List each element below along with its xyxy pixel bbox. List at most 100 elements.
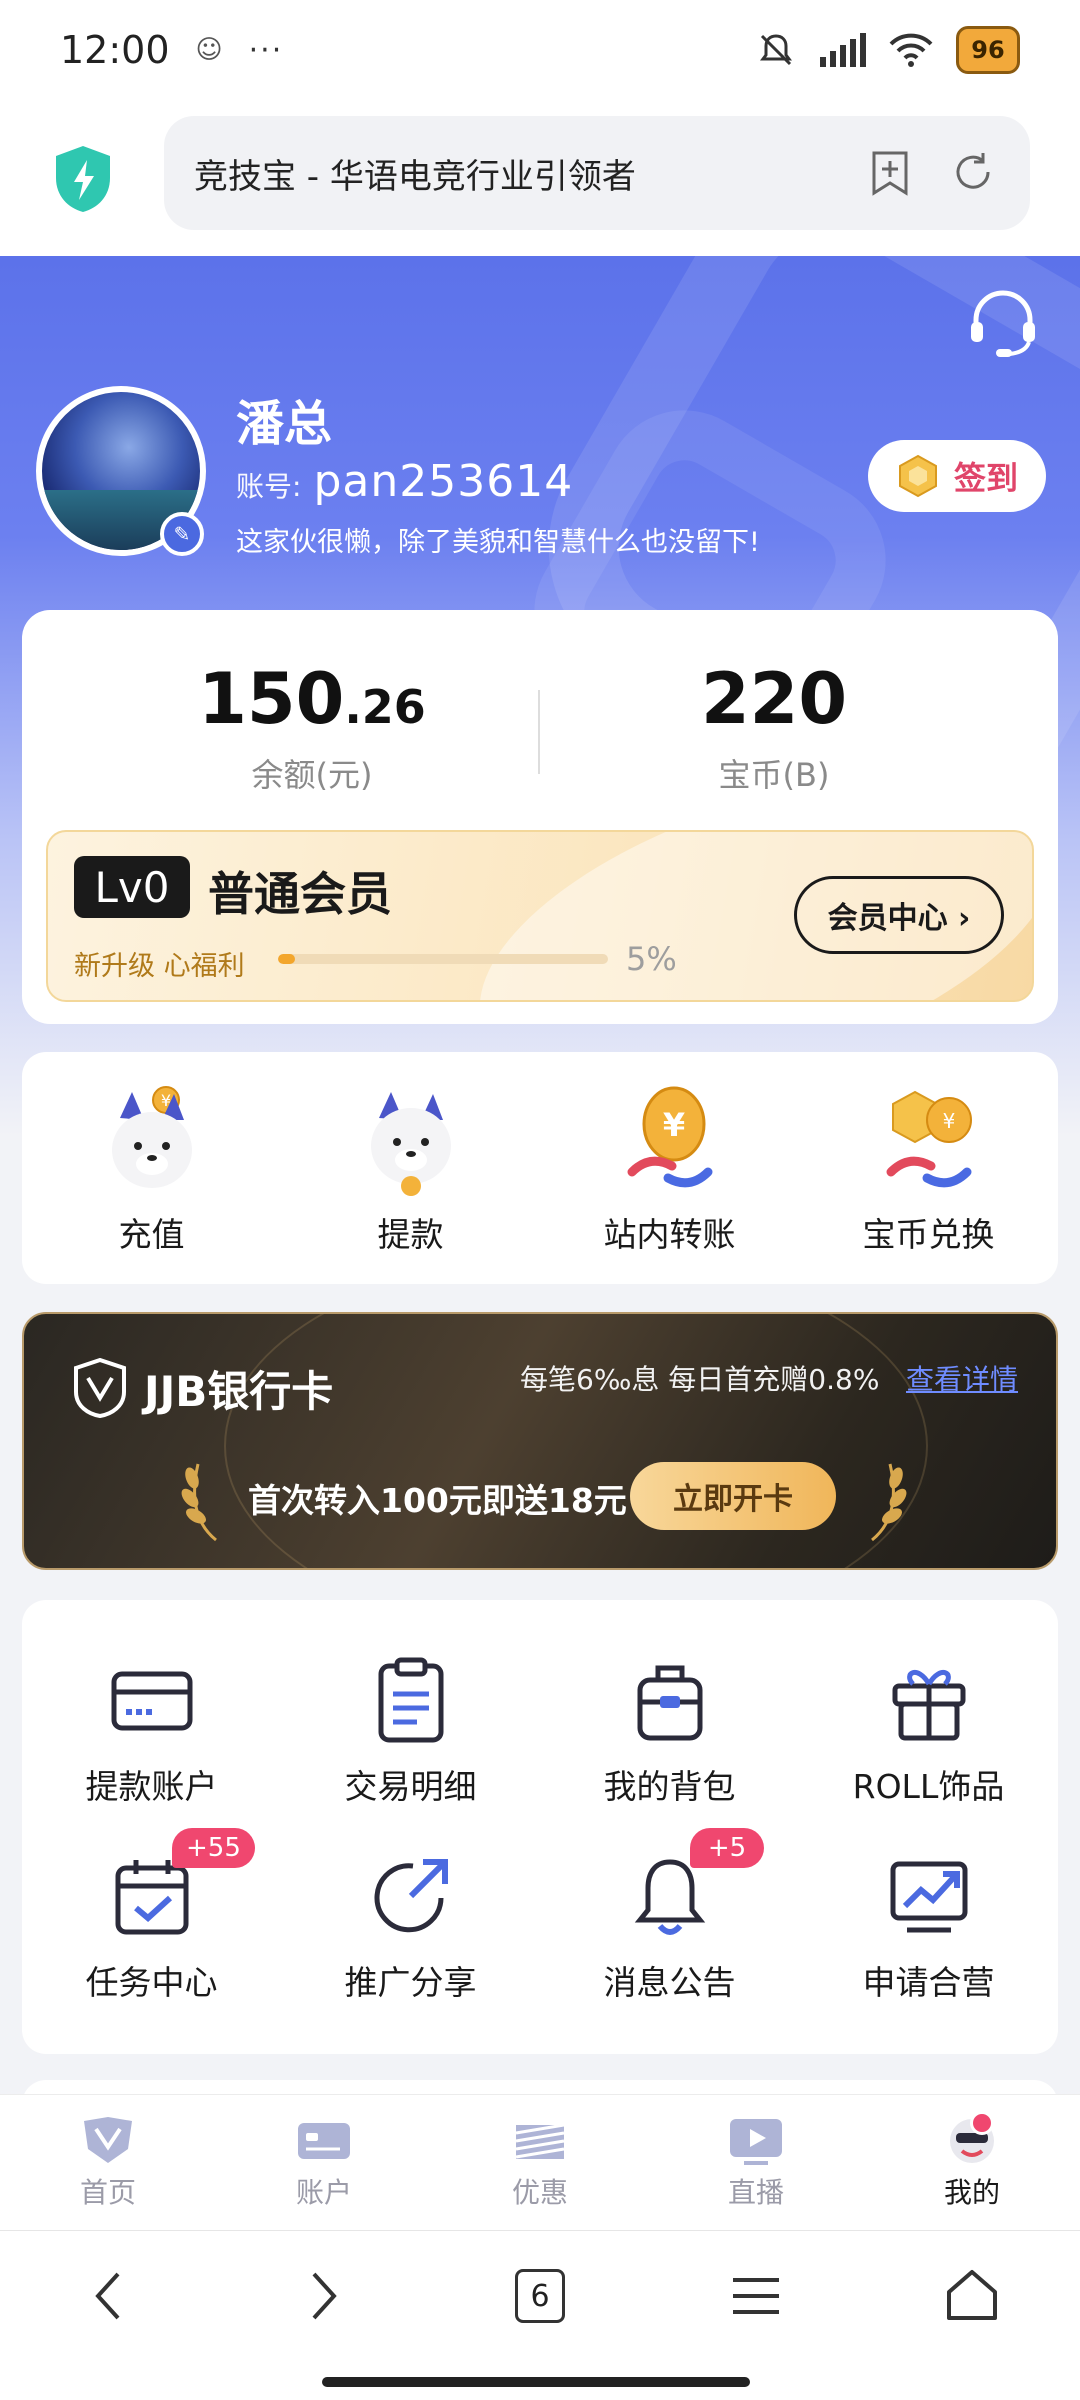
edit-avatar-icon[interactable]: ✎: [160, 512, 204, 556]
open-card-button[interactable]: 立即开卡: [630, 1462, 836, 1530]
yuan-coin-transfer-icon: ¥: [627, 1086, 712, 1188]
services-row: 提款账户 交易明细 我的背包 ROLL饰品: [22, 1654, 1058, 1808]
tab-label: 账户: [295, 2175, 352, 2209]
account-card-icon: [298, 2122, 350, 2159]
add-bookmark-icon[interactable]: [868, 149, 912, 197]
chevron-right-icon: [312, 2272, 337, 2320]
app-notification-icon: ☺: [195, 35, 223, 65]
withdraw-account-button[interactable]: 提款账户: [22, 1654, 281, 1808]
quick-action-label: 站内转账: [603, 1215, 736, 1254]
home-logo-icon: [84, 2116, 132, 2163]
page-title: 竞技宝 - 华语电竞行业引领者: [194, 156, 636, 197]
promote-share-button[interactable]: 推广分享: [281, 1850, 540, 2004]
checkin-label: 签到: [953, 459, 1018, 497]
message-count-badge: +5: [690, 1828, 764, 1868]
membership-progress-text: 5%: [626, 940, 677, 978]
status-icons: 96: [756, 26, 1020, 74]
tabs-button[interactable]: 6: [432, 2269, 648, 2323]
recharge-button[interactable]: ¥ 充值: [22, 1052, 281, 1284]
dog-mascot-coin-icon: ¥: [111, 1086, 192, 1188]
task-count-badge: +55: [172, 1828, 255, 1868]
service-label: 我的背包: [603, 1767, 736, 1806]
account-line: 账号: pan253614: [236, 456, 573, 507]
service-label: 申请合营: [862, 1963, 995, 2002]
refresh-icon[interactable]: [950, 149, 996, 195]
user-name: 潘总: [236, 396, 333, 452]
balance-decimal: .26: [344, 680, 426, 734]
menu-icon: [733, 2278, 779, 2314]
service-label: ROLL饰品: [852, 1767, 1005, 1806]
quick-actions: ¥ 充值 提款 ¥ 站内转账 ¥ 宝币兑换: [22, 1052, 1058, 1284]
customer-service-icon[interactable]: [966, 286, 1040, 360]
url-field[interactable]: 竞技宝 - 华语电竞行业引领者: [164, 116, 1030, 230]
laurel-right-icon: [871, 1463, 907, 1542]
forward-button[interactable]: [216, 2268, 432, 2324]
tab-account[interactable]: 账户: [216, 2095, 432, 2230]
browser-nav-bar: 6: [0, 2230, 1080, 2400]
tab-promotions[interactable]: 优惠: [432, 2095, 648, 2230]
task-center-button[interactable]: +55 任务中心: [22, 1828, 281, 2004]
balance-integer: 150: [198, 658, 345, 740]
balance-block[interactable]: 150.26 余额(元): [112, 658, 512, 796]
service-label: 消息公告: [603, 1963, 736, 2002]
withdraw-button[interactable]: 提款: [281, 1052, 540, 1284]
home-icon: [947, 2270, 997, 2320]
coins-amount: 220: [700, 658, 848, 740]
tab-live[interactable]: 直播: [648, 2095, 864, 2230]
tab-label: 首页: [79, 2175, 136, 2209]
member-center-button[interactable]: 会员中心 ›: [794, 876, 1004, 954]
app-tab-bar: 首页 账户 优惠 直播 我的: [0, 2094, 1080, 2230]
divider: [538, 690, 540, 774]
security-shield-icon[interactable]: [52, 144, 114, 214]
membership-subtitle: 新升级 心福利: [74, 951, 245, 982]
status-bar: 12:00 ☺ ··· 96: [0, 0, 1080, 100]
trend-chart-icon: [890, 1861, 967, 1933]
gift-icon: [892, 1670, 965, 1741]
bank-card-promo: 每笔6‰息 每日首充赠0.8%: [520, 1363, 880, 1396]
services-row: +55 任务中心 推广分享 +5 消息公告 申请合营: [22, 1828, 1058, 2004]
svg-text:¥: ¥: [942, 1109, 955, 1133]
signal-icon: [820, 33, 866, 67]
jjb-logo-icon: [74, 1358, 126, 1418]
bank-card-offer: 首次转入100元即送18元: [248, 1481, 627, 1520]
tab-label: 直播: [727, 2175, 784, 2209]
membership-progress-fill: [278, 954, 295, 964]
balance-amount: 150.26: [112, 658, 512, 740]
coins-block[interactable]: 220 宝币(B): [574, 658, 974, 796]
coin-exchange-icon: ¥: [886, 1090, 972, 1188]
card-icon: [111, 1671, 192, 1731]
coins-label: 宝币(B): [718, 756, 830, 794]
bank-card-banner[interactable]: JJB银行卡 每笔6‰息 每日首充赠0.8% 查看详情 首次转入100元即送18…: [22, 1312, 1058, 1570]
checkin-button[interactable]: 签到: [868, 440, 1046, 512]
service-label: 提款账户: [85, 1767, 218, 1806]
announcements-button[interactable]: +5 消息公告: [540, 1828, 799, 2004]
my-backpack-button[interactable]: 我的背包: [540, 1654, 799, 1808]
browser-address-bar: 竞技宝 - 华语电竞行业引领者: [0, 100, 1080, 256]
tab-count: 6: [515, 2269, 565, 2323]
wifi-icon: [889, 33, 933, 67]
account-id: pan253614: [313, 456, 574, 507]
apply-partnership-button[interactable]: 申请合营: [799, 1850, 1058, 2004]
svg-text:¥: ¥: [662, 1106, 684, 1144]
tab-mine[interactable]: 我的: [864, 2095, 1080, 2230]
transfer-button[interactable]: ¥ 站内转账: [540, 1052, 799, 1284]
service-label: 推广分享: [344, 1963, 477, 2002]
notification-dot: [970, 2111, 994, 2135]
transaction-details-button[interactable]: 交易明细: [281, 1654, 540, 1808]
coin-exchange-button[interactable]: ¥ 宝币兑换: [799, 1052, 1058, 1284]
dog-mascot-icon: [370, 1092, 451, 1196]
tab-home[interactable]: 首页: [0, 2095, 216, 2230]
balance-card: 150.26 余额(元) 220 宝币(B) Lv0 普通会员 新升级 心福利 …: [22, 610, 1058, 1024]
home-button[interactable]: [864, 2268, 1080, 2324]
services-grid: 提款账户 交易明细 我的背包 ROLL饰品 +55 任务中心 推广分享 +5 消…: [22, 1600, 1058, 2054]
menu-button[interactable]: [648, 2274, 864, 2318]
user-bio: 这家伙很懒，除了美貌和智慧什么也没留下!: [236, 527, 760, 558]
tab-label: 优惠: [511, 2175, 568, 2209]
home-indicator: [322, 2377, 750, 2387]
roll-items-button[interactable]: ROLL饰品: [799, 1654, 1058, 1808]
tab-label: 我的: [943, 2175, 1000, 2209]
membership-panel: Lv0 普通会员 新升级 心福利 5% 会员中心 ›: [46, 830, 1034, 1002]
laurel-left-icon: [181, 1463, 217, 1542]
back-button[interactable]: [0, 2268, 216, 2324]
view-details-link[interactable]: 查看详情: [906, 1358, 1018, 1398]
